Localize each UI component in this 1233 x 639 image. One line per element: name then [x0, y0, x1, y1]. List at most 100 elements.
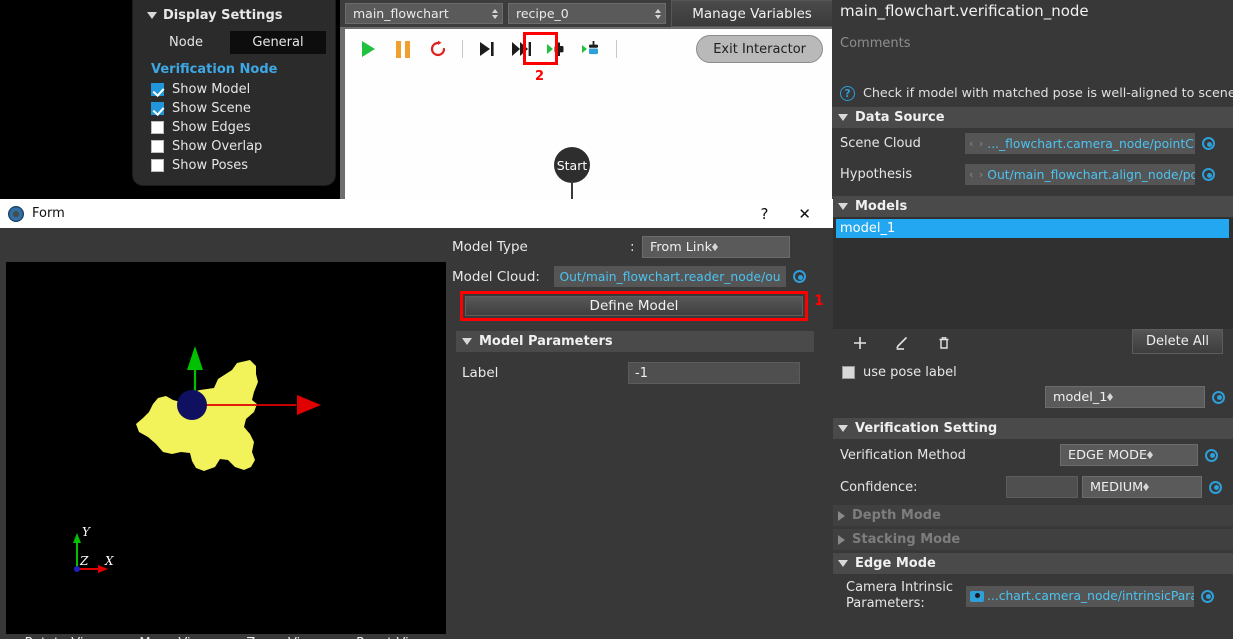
- properties-panel: main_flowchart.verification_node Comment…: [832, 0, 1233, 639]
- value-camera-intrinsic: ...chart.camera_node/intrinsicParam: [987, 589, 1194, 604]
- manage-variables-button[interactable]: Manage Variables: [671, 0, 833, 27]
- checkbox-row-show-model[interactable]: Show Model: [133, 80, 335, 99]
- label-confidence: Confidence:: [840, 479, 918, 495]
- exit-interactor-button[interactable]: Exit Interactor: [696, 35, 823, 63]
- help-button[interactable]: ?: [760, 205, 768, 223]
- radio-verification-method[interactable]: [1205, 448, 1218, 462]
- svg-text:Z: Z: [79, 554, 89, 568]
- label-show-poses: Show Poses: [172, 158, 249, 173]
- label-camera-intrinsic-line1: Camera Intrinsic: [846, 580, 954, 595]
- label-use-pose-label: use pose label: [863, 365, 957, 380]
- toolbar-divider-2: [616, 40, 617, 58]
- section-models-title: Models: [855, 199, 908, 214]
- section-stacking-mode[interactable]: Stacking Mode: [832, 529, 1233, 550]
- reset-icon[interactable]: [427, 38, 449, 60]
- flowchart-start-node[interactable]: Start: [554, 147, 590, 183]
- checkbox-show-scene[interactable]: [151, 102, 164, 115]
- verification-method-value: EDGE MODE: [1068, 447, 1148, 463]
- define-model-button[interactable]: Define Model: [465, 296, 803, 316]
- pause-icon[interactable]: [392, 38, 414, 60]
- model-3d-viewport[interactable]: Y Z X: [6, 262, 446, 634]
- run-icon[interactable]: [357, 38, 379, 60]
- section-model-parameters-title: Model Parameters: [479, 334, 613, 349]
- confidence-input[interactable]: [1006, 476, 1078, 498]
- radio-model-cloud[interactable]: [793, 270, 806, 283]
- row-scene-cloud: Scene Cloud ‹ › ..._flowchart.camera_nod…: [832, 128, 1233, 159]
- radio-model-dropdown[interactable]: [1212, 390, 1225, 404]
- checkbox-row-show-poses[interactable]: Show Poses: [133, 156, 335, 175]
- checkbox-row-show-edges[interactable]: Show Edges: [133, 118, 335, 137]
- chevron-down-icon: [838, 114, 848, 121]
- form-titlebar[interactable]: Form ? ✕: [0, 199, 833, 228]
- checkbox-row-show-scene[interactable]: Show Scene: [133, 99, 335, 118]
- label-input[interactable]: -1: [628, 362, 800, 384]
- list-item[interactable]: model_1: [836, 219, 1229, 238]
- flowchart-dropdown[interactable]: main_flowchart: [345, 3, 503, 24]
- tab-node[interactable]: Node: [142, 31, 230, 54]
- section-data-source[interactable]: Data Source: [832, 107, 1233, 128]
- chevron-right-icon: [838, 534, 845, 545]
- close-icon[interactable]: ✕: [798, 205, 811, 223]
- checkbox-show-poses[interactable]: [151, 159, 164, 172]
- radio-camera-intrinsic[interactable]: [1201, 589, 1214, 603]
- recipe-dropdown[interactable]: recipe_0: [508, 3, 666, 24]
- section-model-parameters[interactable]: Model Parameters: [456, 331, 814, 352]
- display-settings-header[interactable]: Display Settings: [133, 6, 335, 27]
- delete-all-button[interactable]: Delete All: [1132, 329, 1223, 354]
- value-scene-cloud: ..._flowchart.camera_node/pointCloud: [987, 136, 1195, 151]
- edit-model-icon[interactable]: [894, 335, 910, 355]
- checkbox-use-pose-label[interactable]: [842, 366, 855, 379]
- label-hypothesis: Hypothesis: [840, 167, 913, 182]
- link-arrows-icon: ‹ ›: [969, 137, 985, 150]
- flowchart-canvas[interactable]: 2 Exit Interactor Start: [345, 29, 833, 199]
- help-icon: ?: [840, 86, 855, 101]
- label-label-field: Label: [462, 365, 499, 381]
- field-camera-intrinsic[interactable]: ...chart.camera_node/intrinsicParam: [966, 585, 1194, 607]
- svg-text:Y: Y: [82, 525, 91, 539]
- model-type-dropdown[interactable]: From Link: [642, 236, 790, 258]
- chevron-updown-icon: [655, 8, 661, 19]
- field-hypothesis[interactable]: ‹ › Out/main_flowchart.align_node/poses: [965, 164, 1195, 185]
- field-model-cloud[interactable]: Out/main_flowchart.reader_node/ou: [554, 266, 786, 287]
- radio-hypothesis[interactable]: [1202, 168, 1215, 181]
- section-stacking-mode-title: Stacking Mode: [852, 532, 961, 547]
- section-edge-mode[interactable]: Edge Mode: [832, 553, 1233, 574]
- camera-icon: [970, 590, 984, 602]
- checkbox-row-show-overlap[interactable]: Show Overlap: [133, 137, 335, 156]
- section-models[interactable]: Models: [832, 196, 1233, 217]
- verification-method-dropdown[interactable]: EDGE MODE: [1060, 444, 1198, 466]
- origin-marker: [177, 390, 207, 420]
- label-show-model: Show Model: [172, 82, 251, 97]
- field-scene-cloud[interactable]: ‹ › ..._flowchart.camera_node/pointCloud: [965, 133, 1195, 154]
- label-show-edges: Show Edges: [172, 120, 251, 135]
- tab-general[interactable]: General: [230, 31, 326, 54]
- models-list[interactable]: model_1: [832, 217, 1233, 329]
- label-show-overlap: Show Overlap: [172, 139, 263, 154]
- svg-text:X: X: [104, 554, 114, 568]
- delete-model-icon[interactable]: [936, 335, 952, 355]
- radio-confidence[interactable]: [1209, 480, 1222, 494]
- top-selector-bar: main_flowchart recipe_0 Manage Variables: [340, 0, 833, 27]
- checkbox-show-model[interactable]: [151, 83, 164, 96]
- radio-scene-cloud[interactable]: [1202, 137, 1215, 150]
- model-type-colon: :: [630, 239, 635, 255]
- confidence-level-dropdown[interactable]: MEDIUM: [1082, 476, 1202, 498]
- label-input-value: -1: [635, 365, 648, 381]
- checkbox-show-overlap[interactable]: [151, 140, 164, 153]
- page-title: main_flowchart.verification_node: [840, 2, 1089, 20]
- comments-field[interactable]: Comments: [832, 20, 1233, 51]
- chevron-down-icon: [147, 12, 157, 19]
- chevron-down-icon: [462, 338, 472, 345]
- add-model-icon[interactable]: [852, 335, 868, 355]
- row-confidence: Confidence: MEDIUM: [832, 471, 1233, 503]
- section-verification-setting[interactable]: Verification Setting: [832, 418, 1233, 439]
- display-settings-tabs: Node General: [133, 31, 335, 54]
- checkbox-show-edges[interactable]: [151, 121, 164, 134]
- flowchart-canvas-area: 2 Exit Interactor Start: [340, 27, 833, 199]
- section-depth-mode[interactable]: Depth Mode: [832, 505, 1233, 526]
- step-once-icon[interactable]: [476, 38, 498, 60]
- row-hypothesis: Hypothesis ‹ › Out/main_flowchart.align_…: [832, 159, 1233, 190]
- run-from-node-icon[interactable]: [581, 38, 603, 60]
- use-pose-label-row[interactable]: use pose label: [832, 355, 1233, 380]
- model-dropdown[interactable]: model_1: [1045, 386, 1205, 408]
